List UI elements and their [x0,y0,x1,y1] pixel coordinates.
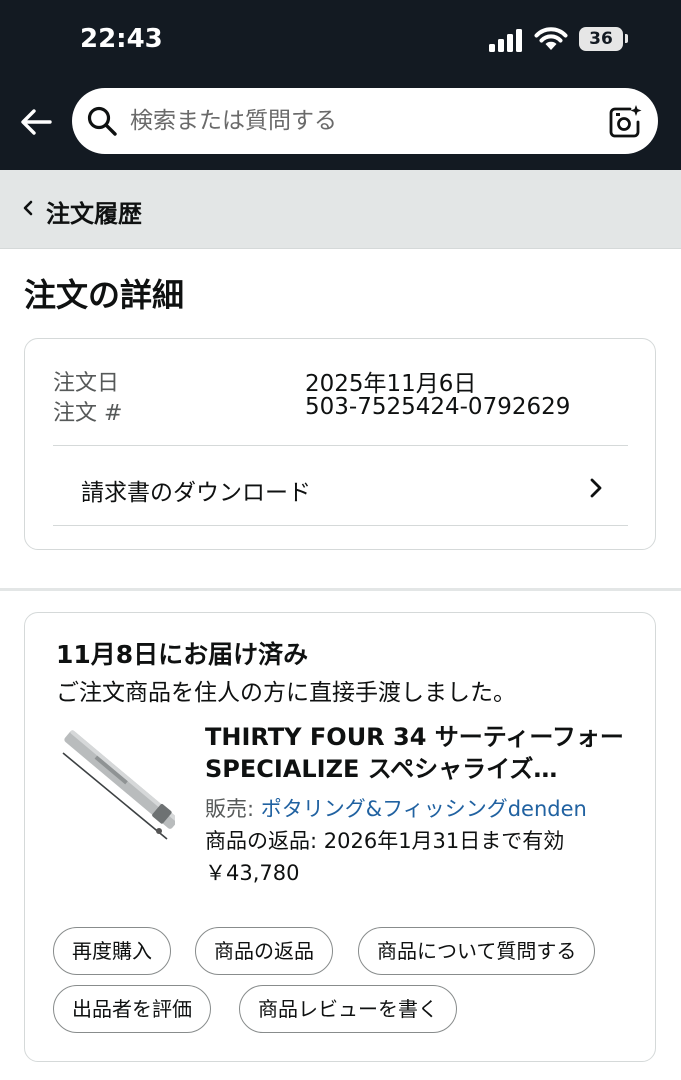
search-input[interactable] [130,88,590,154]
chevron-right-icon [590,478,602,498]
product-price: ￥43,780 [205,861,300,885]
order-number-value: 503-7525424-0792629 [305,394,571,420]
search-bar[interactable] [72,88,658,154]
product-image[interactable] [55,721,175,841]
write-review-button[interactable]: 商品レビューを書く [239,985,457,1033]
app-header: 22:43 36 [0,0,681,170]
status-icons: 36 [488,26,638,56]
seller-line: 販売: ポタリング&フィッシングdenden [205,793,587,823]
product-title[interactable]: THIRTY FOUR 34 サーティーフォー SPECIALIZE スペシャラ… [205,721,635,787]
order-date-value: 2025年11月6日 [305,371,477,397]
return-item-button[interactable]: 商品の返品 [195,927,333,975]
wifi-icon [534,27,568,50]
seller-prefix: 販売: [205,797,261,821]
ask-question-button[interactable]: 商品について質問する [358,927,596,975]
invoice-download-button[interactable]: 請求書のダウンロード [25,447,655,527]
signal-icon [489,29,522,52]
back-arrow-icon[interactable] [18,104,54,140]
delivery-status: 11月8日にお届け済み [56,640,309,669]
rate-seller-button[interactable]: 出品者を評価 [53,985,211,1033]
order-info-card: 注文日 2025年11月6日 注文 # 503-7525424-0792629 … [24,338,656,550]
camera-icon[interactable] [608,104,642,138]
invoice-download-label: 請求書のダウンロード [81,480,311,506]
breadcrumb[interactable]: 注文履歴 [0,170,681,249]
order-date-label: 注文日 [53,371,120,396]
battery-cap [625,34,628,43]
buy-again-button[interactable]: 再度購入 [53,927,171,975]
page-title: 注文の詳細 [24,276,185,314]
status-time: 22:43 [80,24,163,54]
section-separator [0,588,681,591]
battery-icon: 36 [579,27,623,51]
search-icon [87,106,117,136]
divider [53,525,628,526]
chevron-left-icon [23,200,33,216]
breadcrumb-label[interactable]: 注文履歴 [46,194,142,229]
order-number-label: 注文 # [53,401,123,426]
return-policy: 商品の返品: 2026年1月31日まで有効 [205,829,565,853]
seller-link[interactable]: ポタリング&フィッシングdenden [261,797,587,821]
delivery-note: ご注文商品を住人の方に直接手渡しました。 [56,680,516,706]
shipment-card: 11月8日にお届け済み ご注文商品を住人の方に直接手渡しました。 THIRTY … [24,612,656,1062]
divider [53,445,628,446]
